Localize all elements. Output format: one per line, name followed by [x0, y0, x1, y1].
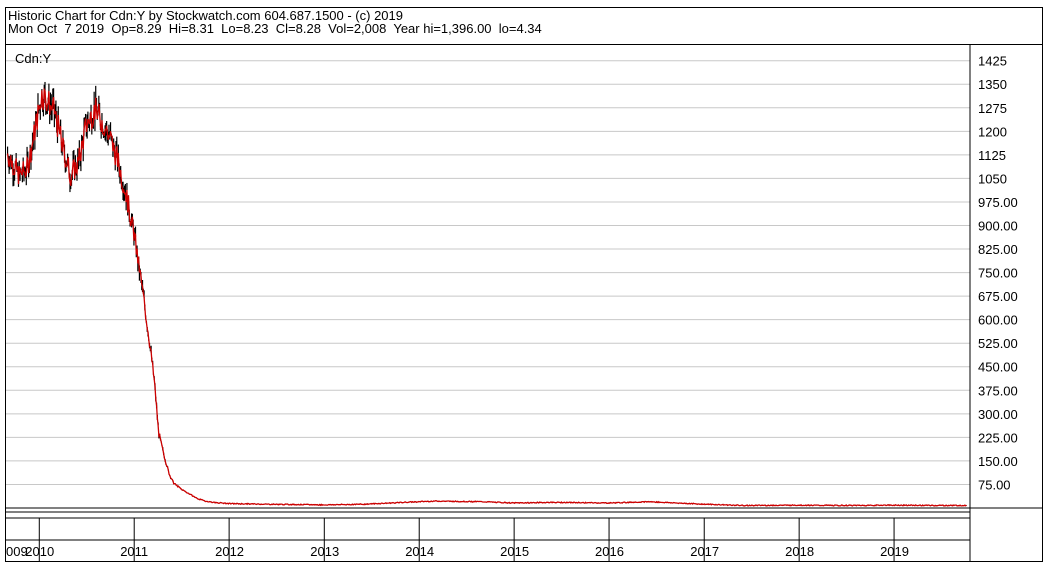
y-tick-label: 1350: [978, 77, 1007, 92]
y-tick-label: 525.00: [978, 336, 1018, 351]
price-chart: 1425 1350 1275 1200 1125 1050 975.00 900.00 825.…: [5, 45, 1043, 562]
y-tick-label: 375.00: [978, 383, 1018, 398]
close-line: [6, 87, 967, 507]
y-tick-label: 450.00: [978, 360, 1018, 375]
y-tick-label: 1425: [978, 54, 1007, 69]
y-tick-label: 825.00: [978, 242, 1018, 257]
y-tick-label: 1200: [978, 124, 1007, 139]
y-tick-label: 75.00: [978, 477, 1011, 492]
y-tick-label: 675.00: [978, 289, 1018, 304]
x-tick-label: 2019: [880, 544, 909, 559]
y-tick-label: 150.00: [978, 454, 1018, 469]
y-tick-label: 900.00: [978, 218, 1018, 233]
y-tick-label: 300.00: [978, 407, 1018, 422]
x-tick-label: 2017: [690, 544, 719, 559]
x-tick-label: 2015: [500, 544, 529, 559]
y-tick-label: 600.00: [978, 313, 1018, 328]
series-label: Cdn:Y: [15, 51, 51, 66]
x-tick-label: 2014: [405, 544, 434, 559]
price-bars: [6, 81, 967, 507]
y-tick-label: 225.00: [978, 430, 1018, 445]
y-tick-label: 975.00: [978, 195, 1018, 210]
x-tick-label: 2016: [595, 544, 624, 559]
y-tick-label: 1125: [978, 148, 1006, 163]
x-tick-label: 2010: [25, 544, 54, 559]
x-tick-label: 2018: [785, 544, 814, 559]
y-tick-label: 1050: [978, 171, 1007, 186]
gridlines: [6, 60, 970, 485]
x-tick-label: 2011: [120, 544, 148, 559]
y-tick-label: 750.00: [978, 266, 1018, 281]
y-tick-label: 1275: [978, 101, 1007, 116]
x-tick-label: 2012: [215, 544, 244, 559]
x-tick-label: 2013: [310, 544, 339, 559]
close-price-line: [6, 87, 967, 507]
